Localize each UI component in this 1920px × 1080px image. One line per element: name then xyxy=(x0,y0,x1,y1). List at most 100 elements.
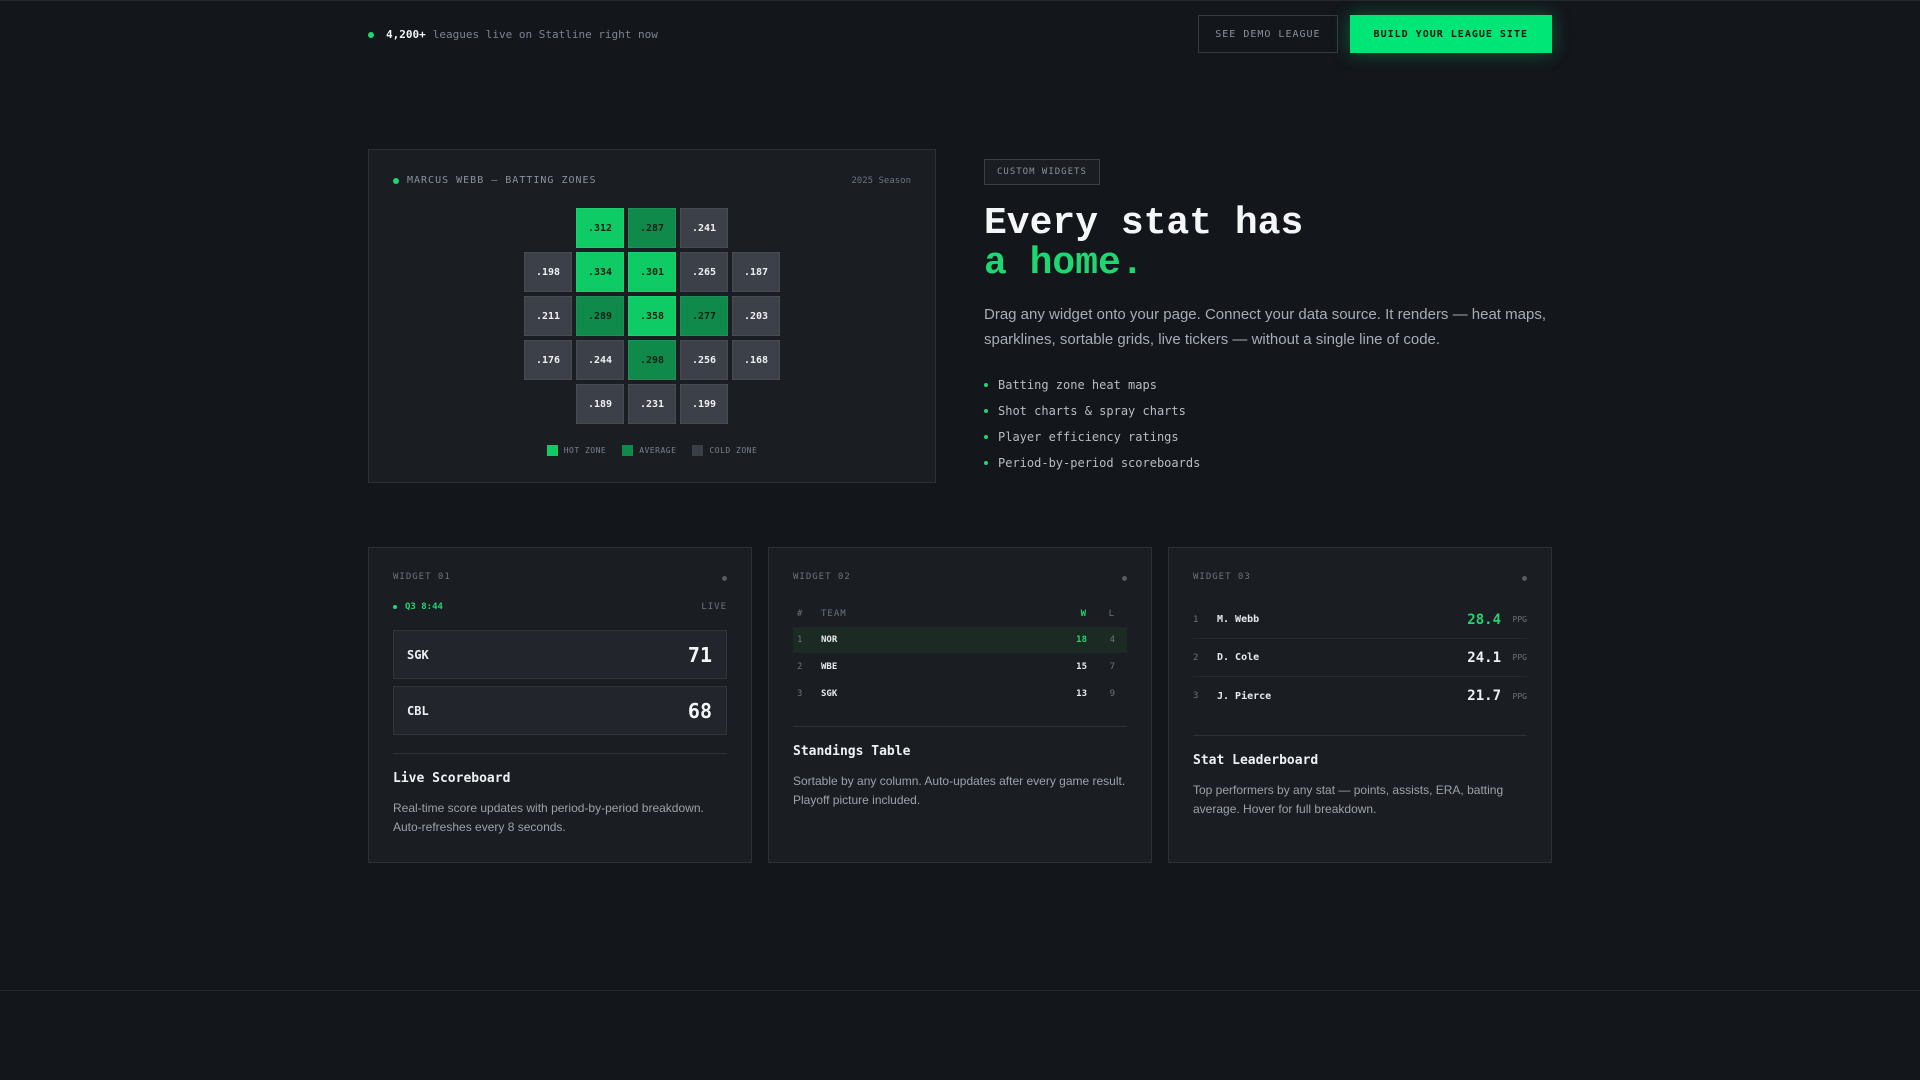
legend-cold-label: COLD ZONE xyxy=(709,446,758,455)
widget-description: Real-time score updates with period-by-p… xyxy=(393,801,704,834)
table-row[interactable]: 3 SGK 13 9 xyxy=(793,681,1127,707)
heatmap-cell[interactable]: .334 xyxy=(576,252,624,292)
widget-label: WIDGET 03 xyxy=(1193,572,1251,582)
home-team: SGK xyxy=(407,647,429,662)
footer-divider xyxy=(0,990,1920,991)
feature-label: Shot charts & spray charts xyxy=(998,404,1186,418)
widget-title: Stat Leaderboard xyxy=(1193,753,1319,768)
heatmap-cell[interactable]: .256 xyxy=(680,340,728,380)
row-team: WBE xyxy=(821,662,838,672)
wins-column-header[interactable]: W xyxy=(1063,609,1087,619)
heatmap-legend: HOT ZONE AVERAGE COLD ZONE xyxy=(369,445,935,456)
table-row[interactable]: 2 WBE 15 7 xyxy=(793,654,1127,680)
list-item[interactable]: 2 D. Cole 24.1 PPG xyxy=(1193,639,1527,677)
standings-table-widget[interactable]: WIDGET 02 # TEAM W L 1 NOR 18 4 2 WBE 15… xyxy=(768,547,1152,863)
heatmap-cell[interactable]: .189 xyxy=(576,384,624,424)
list-item[interactable]: 3 J. Pierce 21.7 PPG xyxy=(1193,677,1527,715)
away-score: 68 xyxy=(687,698,712,723)
standings-header: # TEAM W L xyxy=(793,601,1127,627)
heatmap-cell[interactable]: .198 xyxy=(524,252,572,292)
leader-rank: 3 xyxy=(1193,691,1199,701)
top-actions: SEE DEMO LEAGUE BUILD YOUR LEAGUE SITE xyxy=(1198,15,1552,53)
heatmap-header: MARCUS WEBB — BATTING ZONES 2025 Season xyxy=(393,175,911,186)
row-losses: 7 xyxy=(1109,662,1115,672)
leader-rank: 2 xyxy=(1193,652,1199,663)
leader-value: 24.1 xyxy=(1467,649,1501,666)
cold-swatch-icon xyxy=(692,445,704,456)
row-wins: 13 xyxy=(1076,689,1087,699)
heatmap-cell[interactable]: .265 xyxy=(680,252,728,292)
game-period: Q3 8:44 xyxy=(393,602,443,612)
heatmap-cell[interactable]: .231 xyxy=(628,384,676,424)
live-leagues-note: 4,200+ leagues live on Statline right no… xyxy=(368,28,658,41)
see-demo-league-button[interactable]: SEE DEMO LEAGUE xyxy=(1198,15,1338,53)
row-rank: 2 xyxy=(797,662,803,672)
hero-headline: Every stat has a home. xyxy=(984,204,1554,284)
headline-line-2: a home. xyxy=(984,242,1144,285)
heatmap-cell[interactable]: .298 xyxy=(628,340,676,380)
home-team-row: SGK 71 xyxy=(393,630,727,679)
leader-value: 21.7 xyxy=(1467,688,1501,704)
average-swatch-icon xyxy=(622,445,634,456)
away-team: CBL xyxy=(407,703,429,718)
leader-name: D. Cole xyxy=(1217,652,1260,663)
legend-average: AVERAGE xyxy=(622,445,676,456)
legend-average-label: AVERAGE xyxy=(639,446,677,455)
feature-label: Batting zone heat maps xyxy=(998,378,1157,392)
heatmap-cell[interactable]: .289 xyxy=(576,296,624,336)
heatmap-cell[interactable]: .199 xyxy=(680,384,728,424)
heatmap-cell[interactable]: .287 xyxy=(628,208,676,248)
heatmap-cell[interactable]: .187 xyxy=(732,252,780,292)
heatmap-cell[interactable]: .358 xyxy=(628,296,676,336)
widget-title: Live Scoreboard xyxy=(393,771,511,786)
feature-label: Player efficiency ratings xyxy=(998,430,1179,444)
heatmap-cell[interactable]: .312 xyxy=(576,208,624,248)
rank-column-header[interactable]: # xyxy=(793,609,821,619)
live-dot-icon xyxy=(393,605,397,609)
widget-label: WIDGET 02 xyxy=(793,572,851,582)
divider xyxy=(1193,735,1527,736)
leader-unit: PPG xyxy=(1512,615,1527,624)
losses-column-header[interactable]: L xyxy=(1087,609,1127,619)
heatmap-title-group: MARCUS WEBB — BATTING ZONES xyxy=(393,175,597,186)
heatmap-cell[interactable]: .203 xyxy=(732,296,780,336)
leader-rank: 1 xyxy=(1193,614,1199,625)
widget-menu-icon[interactable] xyxy=(1122,576,1127,581)
scoreboard-status: Q3 8:44 LIVE xyxy=(393,602,727,612)
live-scoreboard-widget[interactable]: WIDGET 01 Q3 8:44 LIVE SGK 71 CBL 68 Liv… xyxy=(368,547,752,863)
list-item[interactable]: 1 M. Webb 28.4 PPG xyxy=(1193,601,1527,639)
row-wins: 15 xyxy=(1076,662,1087,672)
feature-list: Batting zone heat maps Shot charts & spr… xyxy=(984,372,1554,476)
away-team-row: CBL 68 xyxy=(393,686,727,735)
stat-leaderboard-widget[interactable]: WIDGET 03 1 M. Webb 28.4 PPG 2 D. Cole 2… xyxy=(1168,547,1552,863)
widget-menu-icon[interactable] xyxy=(722,576,727,581)
league-count: 4,200+ xyxy=(386,27,426,41)
heatmap-cell[interactable]: .168 xyxy=(732,340,780,380)
heatmap-cell[interactable]: .277 xyxy=(680,296,728,336)
widget-menu-icon[interactable] xyxy=(1522,576,1527,581)
build-league-site-button[interactable]: BUILD YOUR LEAGUE SITE xyxy=(1349,15,1552,53)
game-clock: Q3 8:44 xyxy=(405,602,443,612)
heatmap-title: MARCUS WEBB — BATTING ZONES xyxy=(407,175,597,186)
feature-item: Period-by-period scoreboards xyxy=(984,450,1554,476)
widget-label: WIDGET 01 xyxy=(393,572,451,582)
table-row[interactable]: 1 NOR 18 4 xyxy=(793,627,1127,653)
heatmap-cell[interactable]: .241 xyxy=(680,208,728,248)
heatmap-cell[interactable]: .211 xyxy=(524,296,572,336)
widget-title: Standings Table xyxy=(793,744,911,759)
heatmap-cell[interactable]: .301 xyxy=(628,252,676,292)
row-rank: 1 xyxy=(797,635,803,645)
row-team: SGK xyxy=(821,689,838,699)
heatmap-season: 2025 Season xyxy=(851,175,911,186)
hero-description: Drag any widget onto your page. Connect … xyxy=(984,306,1546,348)
team-column-header[interactable]: TEAM xyxy=(821,609,1063,619)
heatmap-cell[interactable]: .176 xyxy=(524,340,572,380)
leader-unit: PPG xyxy=(1512,691,1527,701)
heatmap-cell[interactable]: .244 xyxy=(576,340,624,380)
row-losses: 9 xyxy=(1109,689,1115,699)
leader-name: J. Pierce xyxy=(1217,690,1272,702)
divider xyxy=(393,753,727,754)
legend-hot-label: HOT ZONE xyxy=(563,446,607,455)
feature-item: Batting zone heat maps xyxy=(984,372,1554,398)
hot-swatch-icon xyxy=(546,445,558,456)
